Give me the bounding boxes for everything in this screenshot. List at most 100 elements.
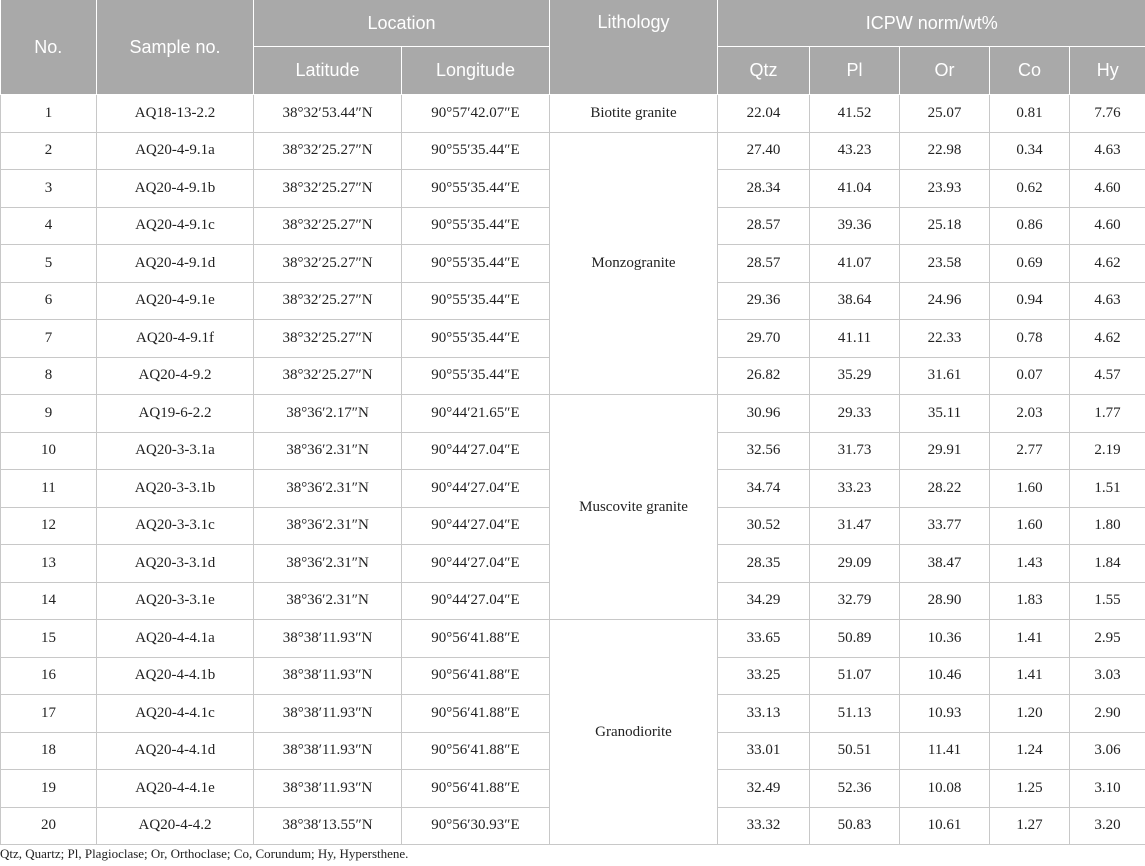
cell-co: 1.20: [989, 694, 1070, 733]
cell-co: 2.77: [989, 432, 1070, 470]
cell-pl: 41.52: [809, 94, 900, 133]
cell-or: 29.91: [899, 432, 990, 470]
cell-sample-no: AQ20-4-4.1b: [96, 657, 254, 695]
cell-hy: 4.63: [1069, 282, 1145, 320]
cell-no: 6: [0, 282, 97, 320]
cell-hy: 4.63: [1069, 132, 1145, 170]
cell-longitude: 90°55′35.44″E: [401, 319, 550, 358]
cell-qtz: 32.49: [717, 769, 810, 808]
header-longitude: Longitude: [401, 46, 550, 95]
cell-co: 1.25: [989, 769, 1070, 808]
cell-no: 19: [0, 769, 97, 808]
cell-no: 11: [0, 469, 97, 508]
cell-co: 1.41: [989, 619, 1070, 658]
cell-no: 14: [0, 582, 97, 620]
cell-qtz: 29.36: [717, 282, 810, 320]
cell-no: 2: [0, 132, 97, 170]
cell-or: 24.96: [899, 282, 990, 320]
cell-sample-no: AQ20-4-9.1c: [96, 207, 254, 245]
cell-latitude: 38°32′25.27″N: [253, 319, 402, 358]
cell-qtz: 33.65: [717, 619, 810, 658]
cell-latitude: 38°32′25.27″N: [253, 357, 402, 395]
cell-or: 22.33: [899, 319, 990, 358]
cell-hy: 7.76: [1069, 94, 1145, 133]
cell-qtz: 34.74: [717, 469, 810, 508]
cell-hy: 4.62: [1069, 319, 1145, 358]
cell-no: 16: [0, 657, 97, 695]
cell-qtz: 28.35: [717, 544, 810, 583]
cell-longitude: 90°56′41.88″E: [401, 694, 550, 733]
cell-co: 0.62: [989, 169, 1070, 208]
cell-co: 2.03: [989, 394, 1070, 433]
cell-sample-no: AQ20-4-9.1a: [96, 132, 254, 170]
header-co: Co: [989, 46, 1070, 95]
cell-no: 20: [0, 807, 97, 845]
header-latitude: Latitude: [253, 46, 402, 95]
cell-co: 1.60: [989, 507, 1070, 545]
table-body: 1 AQ18-13-2.2 38°32′53.44″N 90°57′42.07″E Bi…: [0, 94, 1145, 845]
cell-pl: 52.36: [809, 769, 900, 808]
table-row: 2 AQ20-4-9.1a 38°32′25.27″N 90°55′35.44″E Mo…: [0, 132, 1145, 395]
cell-hy: 3.20: [1069, 807, 1145, 845]
cell-or: 38.47: [899, 544, 990, 583]
cell-lithology: Muscovite granite: [549, 394, 718, 620]
cell-sample-no: AQ20-3-3.1a: [96, 432, 254, 470]
cell-latitude: 38°32′53.44″N: [253, 94, 402, 133]
cell-latitude: 38°32′25.27″N: [253, 169, 402, 208]
cell-pl: 39.36: [809, 207, 900, 245]
cell-sample-no: AQ20-4-9.1f: [96, 319, 254, 358]
cell-longitude: 90°57′42.07″E: [401, 94, 550, 133]
cell-no: 17: [0, 694, 97, 733]
cell-pl: 31.73: [809, 432, 900, 470]
cell-pl: 51.07: [809, 657, 900, 695]
cell-sample-no: AQ20-3-3.1c: [96, 507, 254, 545]
cell-sample-no: AQ20-4-4.1e: [96, 769, 254, 808]
cell-or: 22.98: [899, 132, 990, 170]
cell-co: 0.69: [989, 244, 1070, 283]
cell-latitude: 38°32′25.27″N: [253, 244, 402, 283]
cell-hy: 1.80: [1069, 507, 1145, 545]
cell-sample-no: AQ19-6-2.2: [96, 394, 254, 433]
cell-no: 5: [0, 244, 97, 283]
cell-pl: 50.89: [809, 619, 900, 658]
cell-sample-no: AQ20-4-9.2: [96, 357, 254, 395]
cell-no: 18: [0, 732, 97, 770]
cell-or: 11.41: [899, 732, 990, 770]
table-header: No. Sample no. Location Lithology ICPW n…: [0, 0, 1145, 95]
cell-latitude: 38°36′2.31″N: [253, 507, 402, 545]
cell-no: 7: [0, 319, 97, 358]
cell-co: 0.78: [989, 319, 1070, 358]
cell-longitude: 90°55′35.44″E: [401, 244, 550, 283]
cell-qtz: 30.52: [717, 507, 810, 545]
cell-latitude: 38°36′2.31″N: [253, 582, 402, 620]
cell-sample-no: AQ20-4-4.2: [96, 807, 254, 845]
cell-sample-no: AQ20-3-3.1b: [96, 469, 254, 508]
cell-or: 31.61: [899, 357, 990, 395]
cell-lithology: Granodiorite: [549, 619, 718, 845]
cell-sample-no: AQ20-4-4.1d: [96, 732, 254, 770]
cell-sample-no: AQ20-4-4.1c: [96, 694, 254, 733]
header-no: No.: [0, 0, 97, 95]
header-sample-no: Sample no.: [96, 0, 254, 95]
cell-hy: 3.10: [1069, 769, 1145, 808]
cell-co: 0.81: [989, 94, 1070, 133]
cell-sample-no: AQ20-3-3.1e: [96, 582, 254, 620]
header-location: Location: [253, 0, 550, 47]
cell-or: 28.22: [899, 469, 990, 508]
cell-latitude: 38°38′11.93″N: [253, 619, 402, 658]
cell-qtz: 26.82: [717, 357, 810, 395]
cell-no: 15: [0, 619, 97, 658]
header-lithology: Lithology: [549, 0, 718, 95]
cell-hy: 1.77: [1069, 394, 1145, 433]
cell-qtz: 34.29: [717, 582, 810, 620]
cell-longitude: 90°44′27.04″E: [401, 507, 550, 545]
cell-no: 3: [0, 169, 97, 208]
header-hy: Hy: [1069, 46, 1145, 95]
cell-sample-no: AQ20-4-9.1d: [96, 244, 254, 283]
table-row: 15 AQ20-4-4.1a 38°38′11.93″N 90°56′41.88″E G…: [0, 619, 1145, 845]
cell-pl: 29.09: [809, 544, 900, 583]
cell-co: 0.34: [989, 132, 1070, 170]
cell-or: 10.36: [899, 619, 990, 658]
cell-qtz: 28.57: [717, 244, 810, 283]
cell-longitude: 90°44′27.04″E: [401, 582, 550, 620]
